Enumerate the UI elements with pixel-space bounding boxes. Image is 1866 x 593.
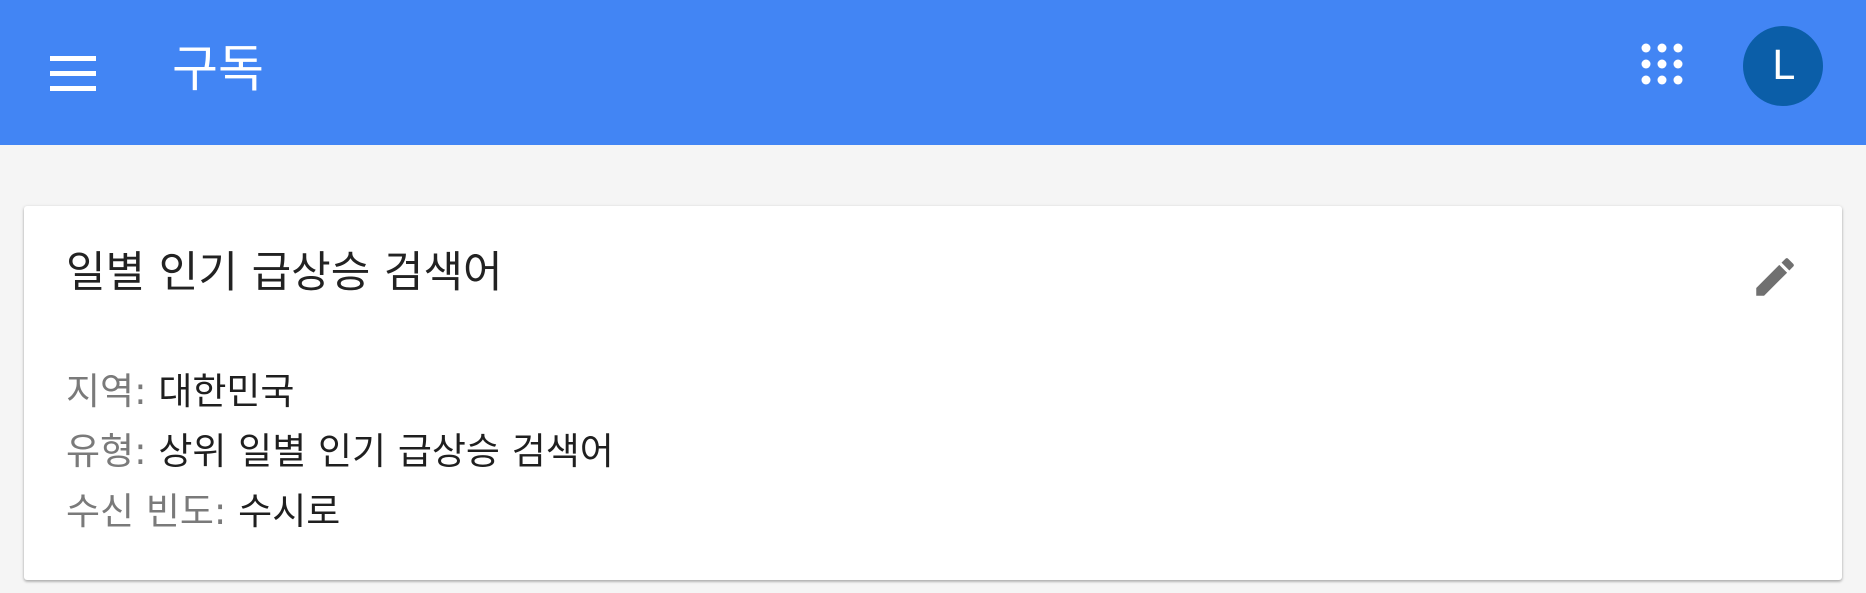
hamburger-menu-icon	[50, 56, 96, 91]
app-bar: 구독 L	[0, 0, 1866, 145]
page-title: 구독	[172, 40, 264, 98]
detail-label: 지역:	[66, 370, 147, 413]
account-avatar[interactable]: L	[1743, 26, 1823, 106]
menu-button[interactable]	[40, 40, 106, 106]
pencil-icon	[1756, 258, 1794, 296]
detail-row-frequency: 수신 빈도: 수시로	[66, 486, 340, 538]
apps-grid-icon	[1641, 43, 1683, 85]
detail-row-type: 유형: 상위 일별 인기 급상승 검색어	[66, 426, 614, 478]
subscription-title: 일별 인기 급상승 검색어	[66, 248, 503, 298]
detail-value: 상위 일별 인기 급상승 검색어	[158, 430, 614, 473]
detail-label: 유형:	[66, 430, 147, 473]
edit-button[interactable]	[1744, 246, 1806, 308]
detail-value: 대한민국	[158, 370, 295, 413]
apps-button[interactable]	[1640, 42, 1684, 86]
detail-label: 수신 빈도:	[66, 490, 227, 533]
detail-row-region: 지역: 대한민국	[66, 366, 294, 418]
detail-value: 수시로	[238, 490, 341, 533]
subscription-card: 일별 인기 급상승 검색어 지역: 대한민국 유형: 상위 일별 인기 급상승 …	[24, 206, 1842, 580]
